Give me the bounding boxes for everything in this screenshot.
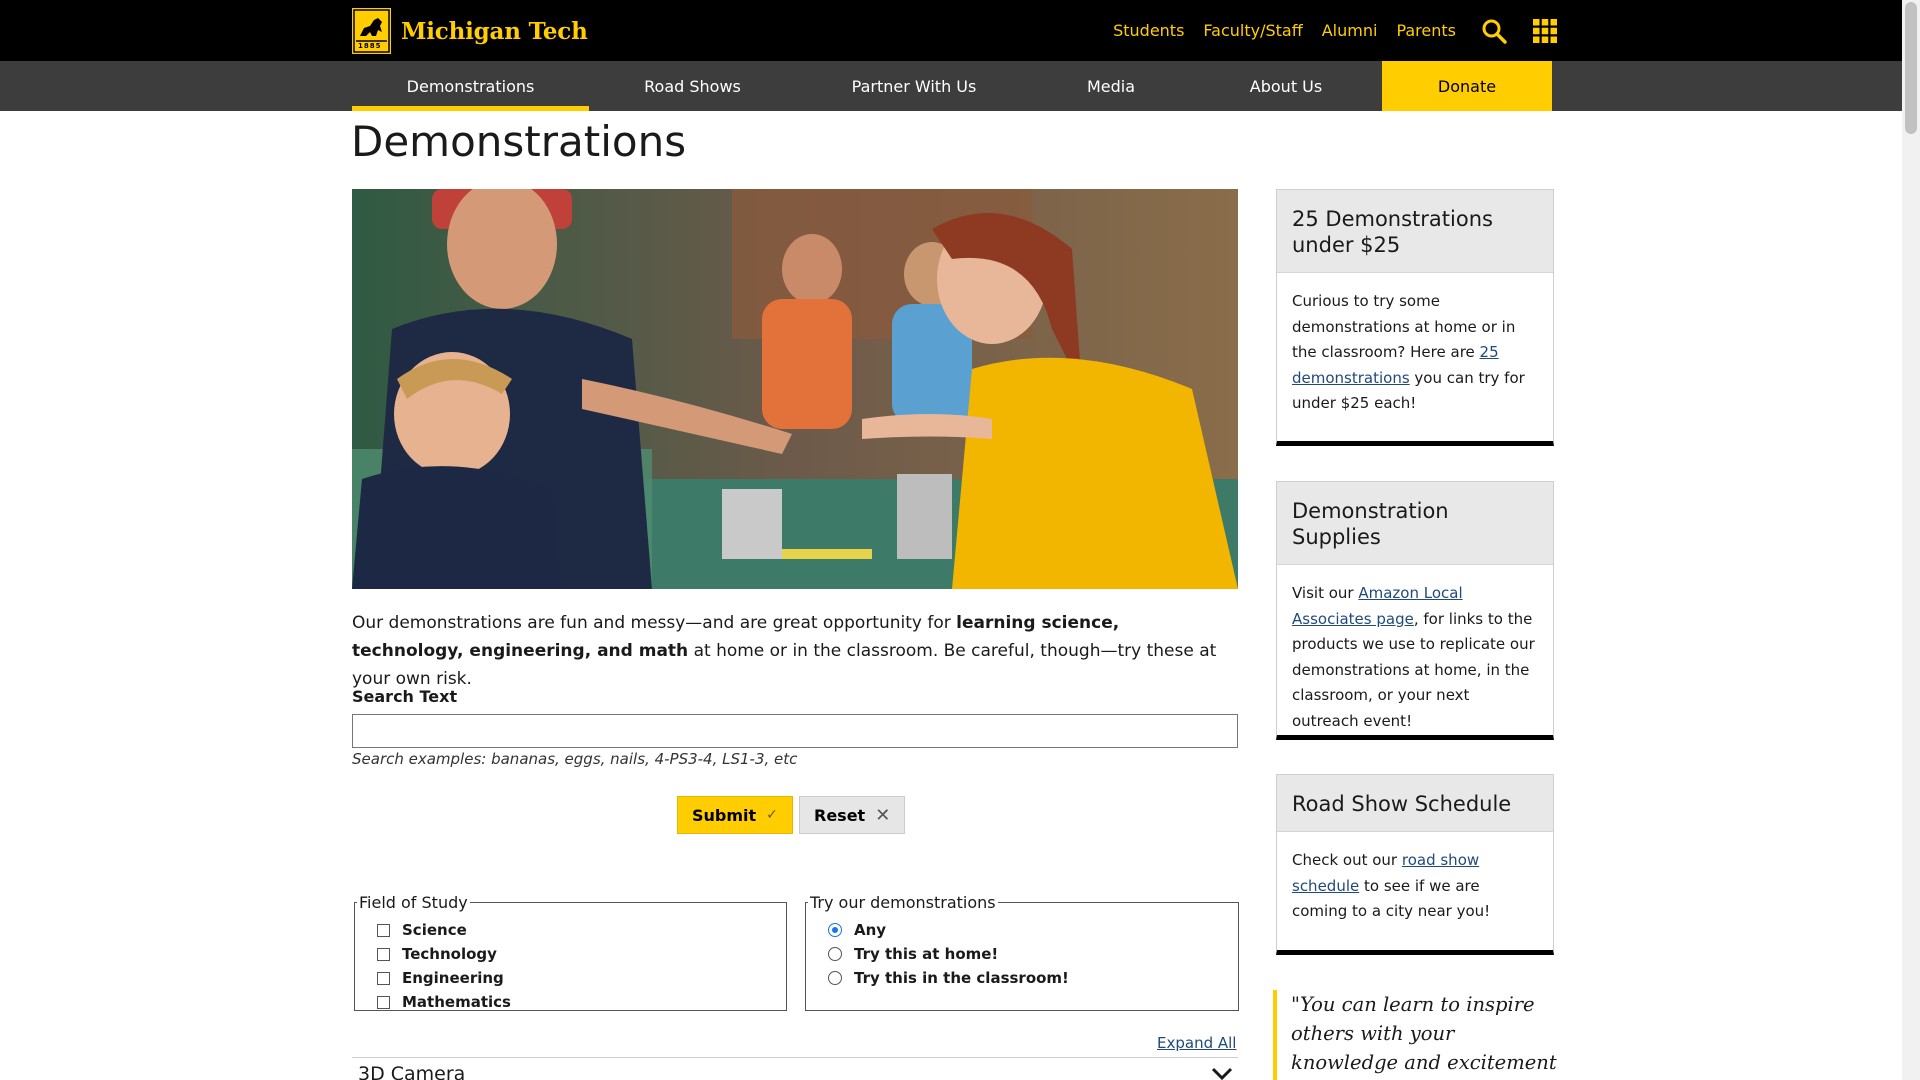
- main-nav: Demonstrations Road Shows Partner With U…: [0, 61, 1902, 111]
- card-title: Road Show Schedule: [1277, 775, 1553, 832]
- audience-link-alumni[interactable]: Alumni: [1322, 21, 1378, 40]
- nav-item-demonstrations[interactable]: Demonstrations: [352, 61, 589, 111]
- radio-label: Try this at home!: [854, 945, 999, 963]
- checkbox-label: Engineering: [402, 969, 504, 987]
- checkbox-icon[interactable]: [377, 923, 390, 937]
- michigan-tech-logo[interactable]: 1885 Michigan Tech: [352, 8, 588, 54]
- card-body: Check out our road show schedule to see …: [1277, 832, 1553, 943]
- radio-label: Try this in the classroom!: [854, 969, 1069, 987]
- checkbox-icon[interactable]: [377, 995, 390, 1009]
- card-title: Demonstration Supplies: [1277, 482, 1553, 565]
- card-title: 25 Demonstrations under $25: [1277, 190, 1553, 273]
- card-body: Visit our Amazon Local Associates page, …: [1277, 565, 1553, 752]
- checkbox-engineering[interactable]: Engineering: [377, 966, 786, 990]
- try-demonstrations-group: Try our demonstrations Any Try this at h…: [805, 893, 1239, 1011]
- page-scrollbar[interactable]: [1902, 0, 1920, 1080]
- card-body: Curious to try some demonstrations at ho…: [1277, 273, 1553, 435]
- radio-icon[interactable]: [828, 947, 842, 961]
- checkbox-science[interactable]: Science: [377, 918, 786, 942]
- reset-button-label: Reset: [814, 805, 866, 825]
- intro-paragraph: Our demonstrations are fun and messy—and…: [352, 609, 1232, 693]
- accordion-divider: [352, 1057, 1238, 1058]
- nav-item-partner-with-us[interactable]: Partner With Us: [796, 61, 1032, 111]
- close-icon: ✕: [875, 804, 891, 826]
- sidebar-card-25-demonstrations: 25 Demonstrations under $25 Curious to t…: [1276, 189, 1554, 446]
- card-text: Check out our: [1292, 851, 1402, 869]
- search-text-label: Search Text: [352, 687, 458, 706]
- logo-year: 1885: [358, 42, 382, 50]
- search-input[interactable]: [352, 714, 1238, 748]
- logo-wordmark: Michigan Tech: [401, 17, 588, 45]
- intro-text-1: Our demonstrations are fun and messy—and…: [352, 613, 957, 633]
- nav-item-about-us[interactable]: About Us: [1190, 61, 1382, 111]
- reset-button[interactable]: Reset ✕: [799, 796, 906, 834]
- card-text: Visit our: [1292, 584, 1359, 602]
- accordion-item-title[interactable]: 3D Camera: [358, 1063, 465, 1080]
- radio-label: Any: [854, 921, 887, 939]
- checkbox-mathematics[interactable]: Mathematics: [377, 990, 786, 1014]
- submit-button-label: Submit: [692, 805, 757, 825]
- checkbox-technology[interactable]: Technology: [377, 942, 786, 966]
- audience-nav: Students Faculty/Staff Alumni Parents: [1094, 0, 1558, 61]
- checkmark-icon: ✓: [766, 807, 778, 823]
- testimonial-quote: "You can learn to inspire others with yo…: [1273, 990, 1563, 1080]
- radio-try-in-classroom[interactable]: Try this in the classroom!: [828, 966, 1238, 990]
- search-hint: Search examples: bananas, eggs, nails, 4…: [352, 750, 798, 768]
- nav-item-media[interactable]: Media: [1032, 61, 1190, 111]
- sidebar-card-demonstration-supplies: Demonstration Supplies Visit our Amazon …: [1276, 481, 1554, 740]
- nav-item-donate[interactable]: Donate: [1382, 61, 1552, 111]
- checkbox-icon[interactable]: [377, 971, 390, 985]
- audience-link-faculty-staff[interactable]: Faculty/Staff: [1203, 21, 1302, 40]
- radio-try-at-home[interactable]: Try this at home!: [828, 942, 1238, 966]
- checkbox-icon[interactable]: [377, 947, 390, 961]
- radio-icon[interactable]: [828, 971, 842, 985]
- field-of-study-legend: Field of Study: [359, 893, 468, 912]
- checkbox-label: Technology: [402, 945, 497, 963]
- submit-button[interactable]: Submit ✓: [677, 796, 793, 834]
- husky-logo-icon: 1885: [352, 8, 391, 54]
- search-icon[interactable]: [1481, 18, 1507, 44]
- hero-photo: [352, 189, 1238, 589]
- apps-grid-icon[interactable]: [1532, 18, 1558, 44]
- sidebar-card-road-show-schedule: Road Show Schedule Check out our road sh…: [1276, 774, 1554, 955]
- audience-link-parents[interactable]: Parents: [1396, 21, 1456, 40]
- checkbox-label: Mathematics: [402, 993, 511, 1011]
- audience-link-students[interactable]: Students: [1113, 21, 1184, 40]
- radio-selected-icon[interactable]: [828, 923, 842, 937]
- field-of-study-group: Field of Study Science Technology Engine…: [354, 893, 787, 1011]
- radio-any[interactable]: Any: [828, 918, 1238, 942]
- checkbox-label: Science: [402, 921, 467, 939]
- nav-item-road-shows[interactable]: Road Shows: [589, 61, 796, 111]
- top-bar: 1885 Michigan Tech Students Faculty/Staf…: [0, 0, 1902, 61]
- chevron-down-icon[interactable]: [1211, 1066, 1233, 1080]
- page-title: Demonstrations: [351, 117, 687, 166]
- try-demonstrations-legend: Try our demonstrations: [810, 893, 996, 912]
- expand-all-link[interactable]: Expand All: [1157, 1034, 1236, 1052]
- scrollbar-thumb[interactable]: [1905, 2, 1917, 134]
